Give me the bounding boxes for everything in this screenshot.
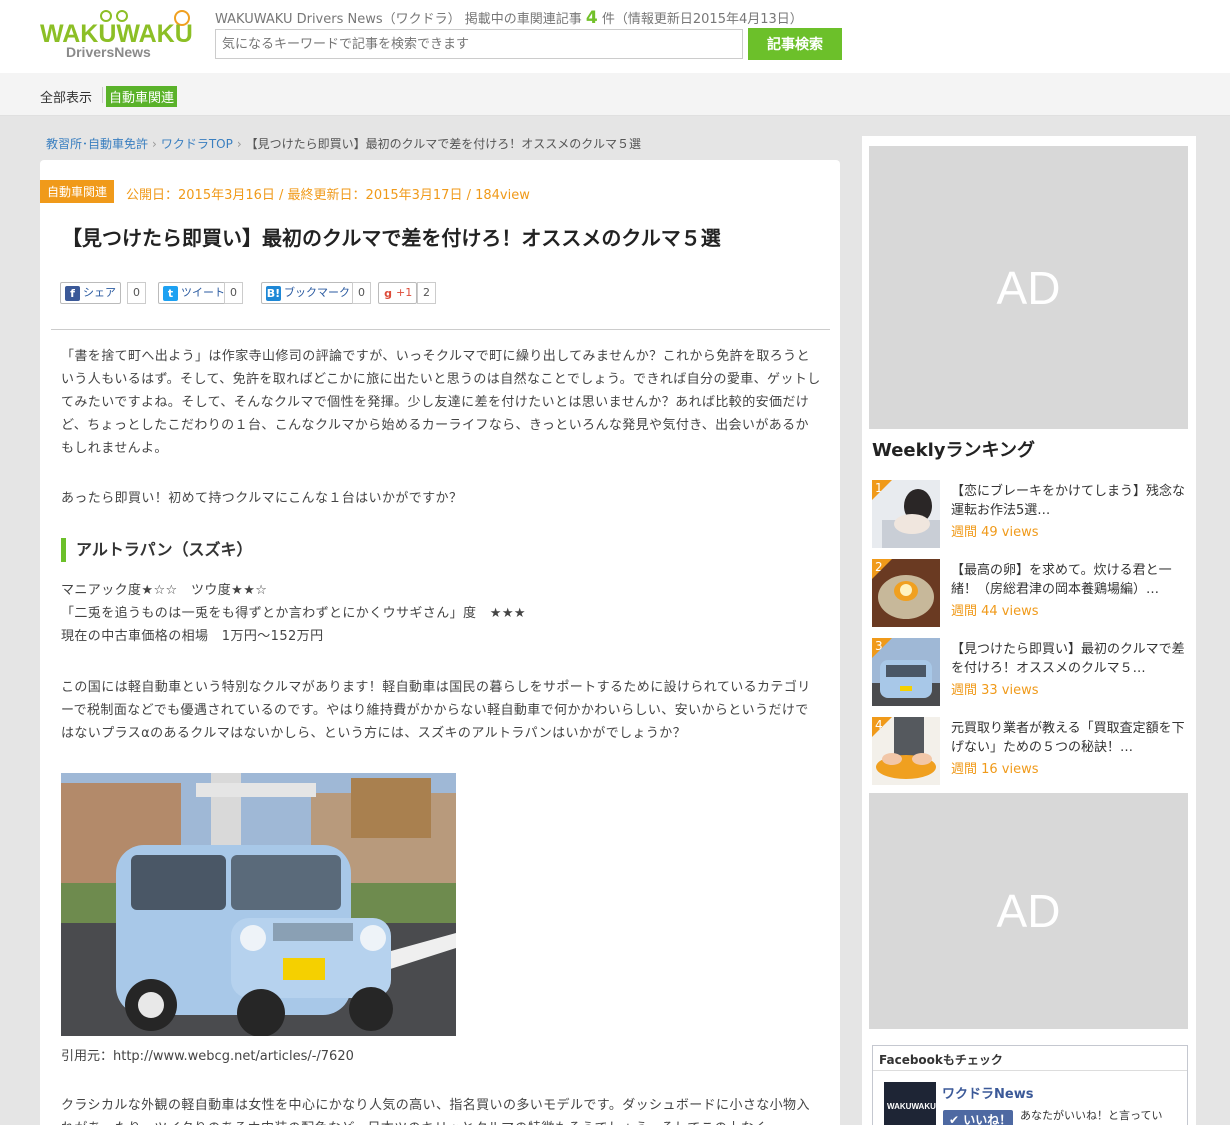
ranking-item-title: 【最高の卵】を求めて。炊ける君と一緒！（房総君津の岡本養鶏場編）… bbox=[951, 563, 1172, 597]
ranking-item[interactable]: 1 【恋にブレーキをかけてしまう】残念な運転お作法5選… 週間 49 views bbox=[872, 480, 1188, 548]
ranking-item-views: 週間 44 views bbox=[951, 604, 1039, 619]
ranking-item-title: 【見つけたら即買い】最初のクルマで差を付けろ！オススメのクルマ５… bbox=[951, 642, 1185, 676]
sidebar: AD Weeklyランキング 1 【恋にブレーキをかけてしまう】残念な運転お作法… bbox=[862, 136, 1196, 1125]
spec-rating: 「二兎を追うものは一兎をも得ずとか言わずとにかくウサギさん」度 ★★★ bbox=[61, 606, 526, 621]
article-divider bbox=[51, 329, 830, 330]
twitter-share-count: 0 bbox=[224, 282, 243, 304]
ad-banner[interactable]: AD bbox=[869, 793, 1188, 1029]
facebook-page-name[interactable]: ワクドラNews bbox=[942, 1083, 1033, 1102]
ranking-item[interactable]: 2 【最高の卵】を求めて。炊ける君と一緒！（房総君津の岡本養鶏場編）… 週間 4… bbox=[872, 559, 1188, 627]
facebook-like-button[interactable]: ✔ いいね！ bbox=[943, 1110, 1013, 1125]
ad-banner[interactable]: AD bbox=[869, 146, 1188, 429]
facebook-share-button[interactable]: f シェア bbox=[60, 282, 121, 304]
breadcrumb-item-top[interactable]: ワクドラTOP bbox=[161, 137, 233, 151]
section-heading: アルトラパン（スズキ） bbox=[61, 538, 252, 562]
info-prefix: WAKUWAKU Drivers News（ワクドラ） 掲載中の車関連記事 bbox=[215, 12, 582, 27]
category-all[interactable]: 全部表示 bbox=[40, 87, 92, 106]
article-count: 4 bbox=[585, 8, 598, 28]
article-title: 【見つけたら即買い】最初のクルマで差を付けろ！オススメのクルマ５選 bbox=[62, 226, 721, 250]
hatena-bookmark-label: ブックマーク bbox=[284, 286, 350, 299]
search-button[interactable]: 記事検索 bbox=[748, 28, 842, 60]
site-logo[interactable]: WAKUWAKU DriversNews bbox=[40, 8, 193, 64]
hatena-bookmark-count: 0 bbox=[352, 282, 371, 304]
facebook-thumb-text: WAKUWAKU bbox=[887, 1102, 936, 1111]
gplus-label: +1 bbox=[396, 286, 413, 299]
facebook-widget: Facebookもチェック WAKUWAKU ワクドラNews ✔ いいね！ あ… bbox=[872, 1045, 1188, 1125]
spec-price: 現在の中古車価格の相場 1万円～152万円 bbox=[61, 629, 324, 644]
ranking-item-views: 週間 33 views bbox=[951, 683, 1039, 698]
ranking-item-title: 【恋にブレーキをかけてしまう】残念な運転お作法5選… bbox=[951, 484, 1186, 518]
facebook-share-label: シェア bbox=[83, 286, 116, 299]
breadcrumb-arrow-icon: › bbox=[152, 137, 157, 151]
gplus-button[interactable]: g +1 bbox=[378, 282, 418, 304]
ranking-thumbnail bbox=[872, 480, 940, 548]
breadcrumb-arrow-icon: › bbox=[236, 137, 242, 151]
article-paragraph: この国には軽自動車という特別なクルマがあります！軽自動車は国民の暮らしをサポート… bbox=[61, 680, 811, 741]
twitter-share-button[interactable]: t ツイート bbox=[158, 282, 230, 304]
ranking-item[interactable]: 3 【見つけたら即買い】最初のクルマで差を付けろ！オススメのクルマ５… 週間 3… bbox=[872, 638, 1188, 706]
article-paragraph: 「書を捨て町へ出よう」は作家寺山修司の評論ですが、いっそクルマで町に繰り出してみ… bbox=[61, 349, 821, 456]
breadcrumb-current: 【見つけたら即買い】最初のクルマで差を付けろ！オススメのクルマ５選 bbox=[245, 137, 641, 151]
gplus-icon: g bbox=[383, 285, 393, 301]
gplus-count: 2 bbox=[417, 282, 436, 304]
article-paragraph: あったら即買い！初めて持つクルマにこんな１台はいかがですか？ bbox=[61, 491, 463, 506]
article-meta: 公開日：2015年3月16日 / 最終更新日：2015年3月17日 / 184v… bbox=[126, 188, 530, 203]
share-buttons: f シェア 0 t ツイート 0 B! ブックマーク 0 g +1 2 bbox=[60, 282, 820, 306]
spec-rating: マニアック度★☆☆ ツウ度★★☆ bbox=[61, 583, 268, 598]
ranking-title: Weeklyランキング bbox=[872, 440, 1035, 461]
search-input[interactable] bbox=[215, 29, 743, 59]
category-nav: 全部表示 自動車関連 bbox=[0, 73, 1230, 116]
ranking-item-views: 週間 49 views bbox=[951, 525, 1039, 540]
ranking-thumbnail bbox=[872, 717, 940, 785]
breadcrumb-item-school[interactable]: 教習所･自動車免許 bbox=[46, 137, 148, 151]
breadcrumb: 教習所･自動車免許 › ワクドラTOP › 【見つけたら即買い】最初のクルマで差を付けろ… bbox=[46, 135, 641, 152]
article-card: 自動車関連 公開日：2015年3月16日 / 最終更新日：2015年3月17日 … bbox=[40, 160, 840, 1125]
twitter-icon: t bbox=[163, 285, 178, 301]
facebook-widget-heading: Facebookもチェック bbox=[873, 1046, 1187, 1071]
article-paragraph: クラシカルな外観の軽自動車は女性を中心にかなり人気の高い、指名買いの多いモデルで… bbox=[61, 1098, 810, 1125]
category-separator bbox=[102, 87, 103, 103]
car-spec-list: マニアック度★☆☆ ツウ度★★☆ 「二兎を追うものは一兎をも得ずとか言わずとにか… bbox=[61, 579, 821, 648]
image-caption: 引用元：http://www.webcg.net/articles/-/7620 bbox=[61, 1049, 354, 1064]
facebook-share-count: 0 bbox=[127, 282, 146, 304]
site-header: WAKUWAKU DriversNews WAKUWAKU Drivers Ne… bbox=[0, 0, 1230, 73]
car-photo bbox=[61, 773, 456, 1036]
article-count-info: WAKUWAKU Drivers News（ワクドラ） 掲載中の車関連記事 4 … bbox=[215, 8, 803, 28]
facebook-icon: f bbox=[65, 285, 80, 301]
hatena-icon: B! bbox=[266, 285, 281, 301]
hatena-bookmark-button[interactable]: B! ブックマーク bbox=[261, 282, 355, 304]
facebook-page-thumbnail[interactable]: WAKUWAKU bbox=[884, 1082, 936, 1125]
ranking-thumbnail bbox=[872, 638, 940, 706]
article-category-badge[interactable]: 自動車関連 bbox=[40, 180, 115, 203]
category-car[interactable]: 自動車関連 bbox=[106, 86, 178, 107]
ranking-item-views: 週間 16 views bbox=[951, 762, 1039, 777]
facebook-liked-text: あなたがいいね！と言ってい bbox=[1020, 1109, 1163, 1122]
logo-subtext: DriversNews bbox=[66, 44, 151, 60]
info-suffix: 件（情報更新日2015年4月13日） bbox=[601, 12, 803, 27]
twitter-share-label: ツイート bbox=[181, 286, 225, 299]
ranking-thumbnail bbox=[872, 559, 940, 627]
ranking-item[interactable]: 4 元買取り業者が教える「買取査定額を下げない」ための５つの秘訣！… 週間 16… bbox=[872, 717, 1188, 785]
ranking-item-title: 元買取り業者が教える「買取査定額を下げない」ための５つの秘訣！… bbox=[951, 721, 1185, 755]
